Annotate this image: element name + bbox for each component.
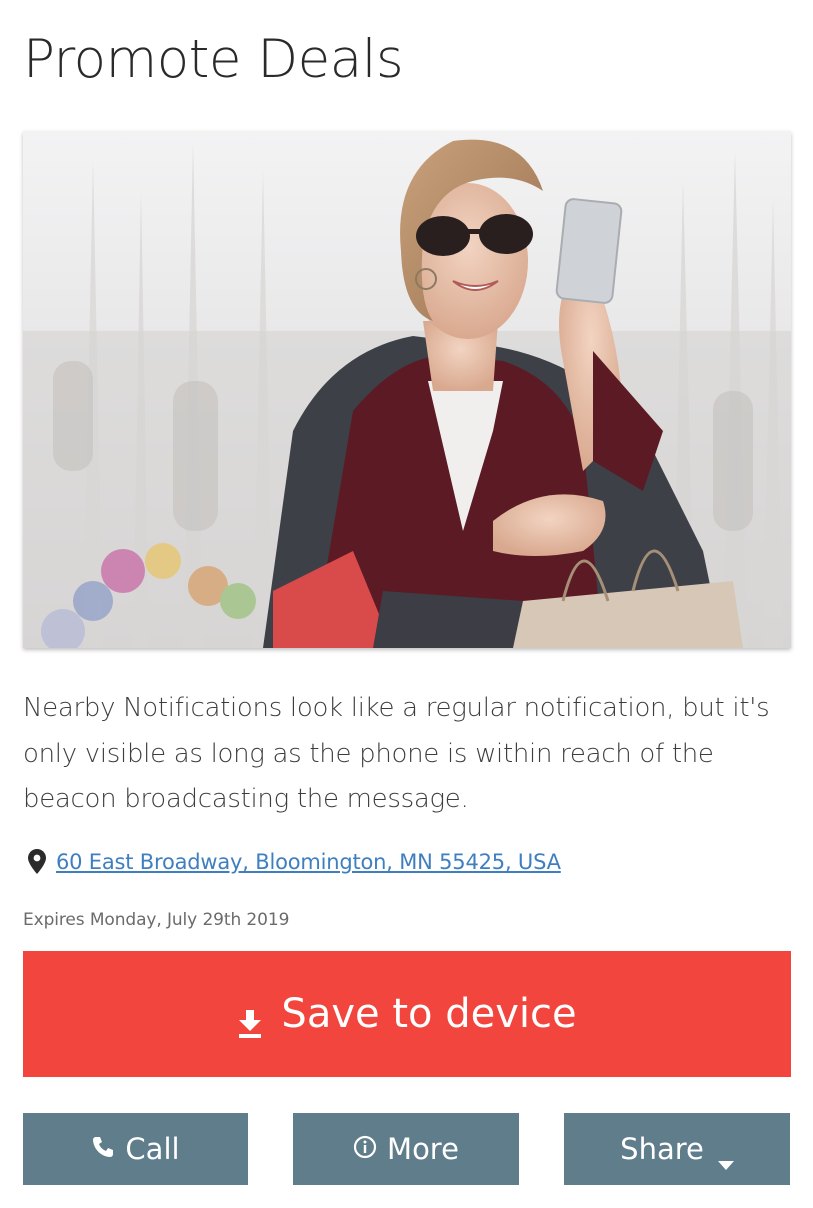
caret-down-icon [717,1144,734,1170]
share-button-label: Share [620,1132,704,1166]
deal-description: Nearby Notifications look like a regular… [23,693,770,814]
address-row: 60 East Broadway, Bloomington, MN 55425,… [28,846,561,878]
call-button[interactable]: Call [23,1113,248,1185]
address-link[interactable]: 60 East Broadway, Bloomington, MN 55425,… [56,850,561,874]
map-pin-icon [28,849,46,875]
phone-icon [91,1132,115,1166]
download-icon [237,1002,263,1038]
save-button-label: Save to device [281,991,577,1037]
more-button-label: More [387,1132,459,1166]
more-button[interactable]: More [293,1113,519,1185]
expiry-text: Expires Monday, July 29th 2019 [23,910,290,930]
share-button[interactable]: Share [564,1113,790,1185]
call-button-label: Call [125,1132,180,1166]
deal-image [23,131,791,648]
page-title: Promote Deals [23,29,404,90]
info-icon [353,1132,377,1166]
save-to-device-button[interactable]: Save to device [23,951,791,1077]
woman-shopping-photo [23,131,791,648]
